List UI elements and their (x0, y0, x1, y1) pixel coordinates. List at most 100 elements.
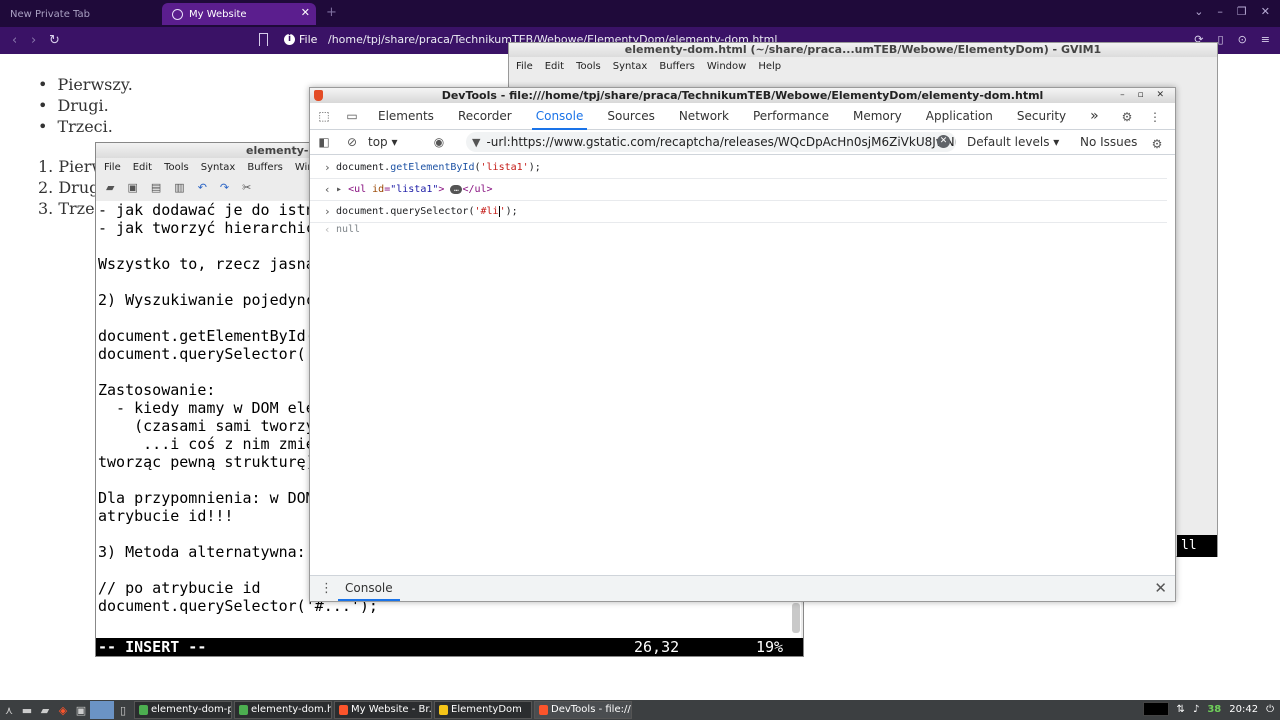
menu-tools[interactable]: Tools (576, 61, 601, 72)
taskbar-item[interactable]: elementy-dom-p... (134, 701, 232, 719)
taskbar-item[interactable]: DevTools - file://... (534, 701, 632, 719)
redo-icon[interactable]: ↷ (220, 181, 229, 194)
show-desktop-icon[interactable]: ▬ (18, 701, 36, 719)
log-levels-dropdown[interactable]: Default levels ▾ (967, 135, 1059, 149)
collapsed-children-badge[interactable]: … (450, 184, 463, 194)
cursor-position: 26,32 (634, 638, 680, 656)
window-title: elementy-dom.html (~/share/praca...umTEB… (509, 43, 1217, 57)
menu-buffers[interactable]: Buffers (659, 61, 695, 72)
terminal-launcher-icon[interactable]: ▣ (72, 701, 90, 719)
context-label: top (368, 135, 388, 149)
menu-icon[interactable]: ≡ (1261, 33, 1270, 46)
tab-recorder[interactable]: Recorder (446, 103, 524, 130)
reload-icon[interactable]: ↻ (49, 33, 60, 48)
device-toolbar-icon[interactable]: ▭ (338, 103, 366, 130)
console-settings-icon[interactable]: ⚙ (1143, 130, 1171, 157)
cut-icon[interactable]: ✂ (242, 181, 251, 194)
kebab-menu-icon[interactable]: ⋮ (1141, 103, 1169, 130)
back-icon[interactable]: ‹ (12, 33, 17, 48)
devtools-window[interactable]: DevTools - file:///home/tpj/share/praca/… (309, 87, 1176, 602)
tab-memory[interactable]: Memory (841, 103, 914, 130)
tab-security[interactable]: Security (1005, 103, 1078, 130)
network-icon[interactable]: ⇅ (1177, 704, 1185, 715)
menu-tools[interactable]: Tools (164, 162, 189, 173)
file-manager-icon[interactable]: ▰ (36, 701, 54, 719)
workspace-icon[interactable]: ▯ (114, 701, 132, 719)
open-icon[interactable]: ▰ (106, 181, 114, 194)
start-menu-icon[interactable]: ⋏ (0, 701, 18, 719)
tab-console[interactable]: Console (524, 103, 596, 130)
drawer-tab-console[interactable]: Console (338, 576, 400, 601)
console-result-line[interactable]: ‹ ▸ <ul id="lista1"> … </ul> (310, 179, 1175, 201)
result-arrow-icon: ‹ (324, 223, 331, 236)
info-icon[interactable]: i (284, 34, 295, 45)
expand-triangle-icon[interactable]: ▸ (336, 184, 342, 195)
tab-elements[interactable]: Elements (366, 103, 446, 130)
devtools-tab-bar: ⬚ ▭ Elements Recorder Console Sources Ne… (310, 103, 1175, 130)
menu-help[interactable]: Help (758, 61, 781, 72)
code-token: > (438, 184, 445, 195)
minimize-icon[interactable]: – (1217, 5, 1223, 18)
brave-launcher-icon[interactable]: ◈ (54, 701, 72, 719)
settings-icon[interactable]: ⚙ (1113, 103, 1141, 130)
console-filter-input[interactable]: ▼ -url:https://www.gstatic.com/recaptcha… (466, 132, 956, 152)
scrollbar-thumb[interactable] (792, 603, 800, 633)
inspect-element-icon[interactable]: ⬚ (310, 103, 338, 130)
power-icon[interactable]: ⏻ (1266, 704, 1274, 715)
filter-text: -url:https://www.gstatic.com/recaptcha/r… (486, 135, 956, 149)
sidebar-icon[interactable]: ▯ (1218, 33, 1224, 46)
menu-syntax[interactable]: Syntax (201, 162, 236, 173)
taskbar-item[interactable]: elementy-dom.h... (234, 701, 332, 719)
new-tab-button[interactable]: + (326, 5, 337, 20)
tab-application[interactable]: Application (914, 103, 1005, 130)
close-tab-icon[interactable]: ✕ (301, 6, 310, 19)
clear-filter-icon[interactable]: ✕ (937, 135, 950, 148)
console-scrollbar[interactable] (1167, 157, 1175, 577)
drawer-menu-icon[interactable]: ⋮ (320, 581, 333, 596)
context-selector[interactable]: top ▾ (366, 135, 406, 149)
maximize-icon[interactable]: ❐ (1237, 5, 1247, 18)
save-all-icon[interactable]: ▤ (151, 181, 161, 194)
undo-icon[interactable]: ↶ (198, 181, 207, 194)
print-icon[interactable]: ▥ (174, 181, 184, 194)
menu-buffers[interactable]: Buffers (247, 162, 283, 173)
issues-counter[interactable]: No Issues (1080, 135, 1137, 149)
volume-icon[interactable]: ♪ (1193, 704, 1199, 715)
menu-syntax[interactable]: Syntax (613, 61, 648, 72)
tab-my-website[interactable]: My Website ✕ (162, 3, 316, 25)
tab-sources[interactable]: Sources (595, 103, 666, 130)
scroll-percent: 19% (756, 638, 784, 656)
menu-file[interactable]: File (516, 61, 533, 72)
live-expression-eye-icon[interactable]: ◉ (425, 129, 453, 156)
app-icon (339, 705, 348, 715)
sidebar-toggle-icon[interactable]: ◧ (310, 129, 338, 156)
clear-console-icon[interactable]: ⊘ (338, 129, 366, 156)
workspace-icon[interactable] (90, 701, 114, 719)
console-input-line[interactable]: › document.querySelector('#li'); (310, 201, 1175, 223)
window-controls[interactable]: – ▫ ✕ (1120, 88, 1169, 103)
taskbar-item[interactable]: My Website - Br... (334, 701, 432, 719)
console-output[interactable]: › document.getElementById('lista1'); ‹ ▸… (310, 157, 1175, 577)
menu-edit[interactable]: Edit (545, 61, 564, 72)
forward-icon[interactable]: › (31, 33, 36, 48)
clock: 20:42 (1229, 703, 1259, 715)
taskbar-item[interactable]: ElementyDom (434, 701, 532, 719)
close-drawer-icon[interactable]: ✕ (1154, 579, 1167, 597)
console-input-line: › document.getElementById('lista1'); (310, 157, 1175, 179)
tab-performance[interactable]: Performance (741, 103, 841, 130)
tab-list-icon[interactable]: ⌄ (1194, 5, 1203, 18)
tab-network[interactable]: Network (667, 103, 741, 130)
code-token: querySelector (390, 206, 469, 217)
menu-file[interactable]: File (104, 162, 121, 173)
menu-edit[interactable]: Edit (133, 162, 152, 173)
save-icon[interactable]: ▣ (127, 181, 137, 194)
tab-label: New Private Tab (10, 8, 90, 20)
more-tabs-button[interactable]: » (1078, 103, 1111, 130)
vpn-icon[interactable]: ⊙ (1238, 33, 1247, 46)
close-window-icon[interactable]: ✕ (1261, 5, 1270, 18)
menu-window[interactable]: Window (707, 61, 746, 72)
taskbar-items: elementy-dom-p... elementy-dom.h... My Web… (132, 701, 632, 719)
bookmark-icon[interactable] (259, 33, 268, 46)
app-icon (139, 705, 148, 715)
tab-new-private[interactable]: New Private Tab (0, 3, 160, 25)
